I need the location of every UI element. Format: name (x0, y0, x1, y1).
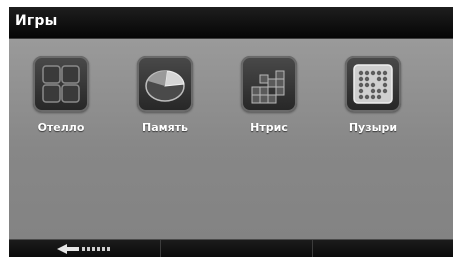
page-title: Игры (15, 13, 58, 29)
bubbles-icon (345, 56, 401, 112)
app-tetris[interactable]: Нтрис (217, 56, 313, 146)
bottom-bar (9, 239, 453, 257)
back-arrow-icon (57, 244, 110, 254)
othello-grid-icon (33, 56, 89, 112)
apps-grid: Отелло Память Нтрис Пузыри (9, 39, 453, 239)
tetris-blocks-icon (241, 56, 297, 112)
app-bubbles[interactable]: Пузыри (321, 56, 417, 146)
app-label-tetris: Нтрис (250, 121, 288, 134)
screen: Игры Отелло Память Нтрис Пузыри (9, 7, 453, 257)
title-bar: Игры (9, 7, 453, 39)
app-label-bubbles: Пузыри (348, 121, 398, 134)
pie-chart-icon (137, 56, 193, 112)
app-label-othello: Отелло (37, 121, 85, 134)
app-label-memory: Память (141, 121, 188, 134)
app-othello[interactable]: Отелло (9, 56, 105, 146)
bottom-button-2[interactable] (161, 240, 313, 257)
back-button[interactable] (9, 240, 161, 257)
bottom-button-3[interactable] (313, 240, 453, 257)
app-memory[interactable]: Память (113, 56, 209, 146)
